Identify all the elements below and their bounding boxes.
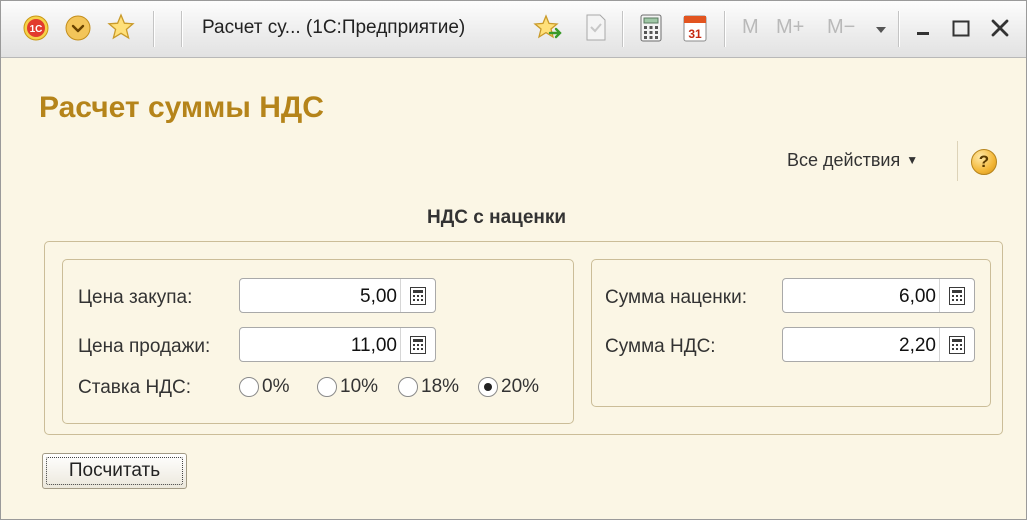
actions-separator	[957, 141, 958, 181]
chevron-down-icon: ▼	[906, 153, 919, 167]
all-actions-menu[interactable]: Все действия ▼	[787, 150, 918, 171]
group-title: НДС с наценки	[427, 207, 567, 228]
markup-sum-value: 6,00	[899, 286, 936, 307]
close-icon[interactable]	[985, 11, 1015, 45]
vat-rate-option-label: 18%	[421, 376, 460, 397]
svg-text:31: 31	[688, 27, 702, 41]
sale-price-label: Цена продажи:	[78, 336, 211, 357]
title-separator	[153, 11, 155, 47]
radio-circle-selected	[478, 377, 498, 397]
document-link-icon[interactable]	[583, 13, 609, 43]
markup-sum-label: Сумма наценки:	[605, 287, 747, 308]
all-actions-label: Все действия	[787, 150, 901, 170]
memory-minus-button[interactable]: M−	[827, 16, 855, 39]
sale-price-field[interactable]: 11,00	[239, 327, 436, 362]
title-separator	[181, 11, 183, 47]
calculator-icon[interactable]	[939, 279, 974, 312]
purchase-price-label: Цена закупа:	[78, 287, 193, 308]
1c-logo-icon[interactable]: 1С	[23, 15, 49, 41]
sale-price-value: 11,00	[350, 335, 397, 356]
memory-button[interactable]: M	[742, 16, 759, 39]
vat-rate-label: Ставка НДС:	[78, 377, 192, 398]
vat-sum-value: 2,20	[899, 335, 936, 356]
radio-circle	[239, 377, 259, 397]
add-favorite-icon[interactable]	[533, 13, 563, 43]
calculator-icon[interactable]	[639, 14, 663, 42]
maximize-icon[interactable]	[946, 11, 976, 45]
title-separator	[622, 11, 624, 47]
radio-dot	[484, 383, 492, 391]
help-icon[interactable]: ?	[971, 149, 997, 175]
vat-rate-option-label: 10%	[340, 376, 379, 397]
vat-rate-option-label: 20%	[501, 376, 540, 397]
vat-rate-option-label: 0%	[262, 376, 290, 397]
calculator-icon[interactable]	[400, 279, 435, 312]
window-title: Расчет су... (1С:Предприятие)	[202, 17, 466, 38]
vat-sum-field[interactable]: 2,20	[782, 327, 975, 362]
title-separator	[898, 11, 900, 47]
memory-plus-button[interactable]: M+	[776, 16, 804, 39]
calculator-icon[interactable]	[939, 328, 974, 361]
calculator-icon[interactable]	[400, 328, 435, 361]
chevron-down-icon[interactable]	[874, 23, 888, 37]
svg-text:1С: 1С	[30, 24, 43, 35]
main-menu-icon[interactable]	[65, 15, 91, 41]
minimize-icon[interactable]	[908, 11, 938, 45]
purchase-price-field[interactable]: 5,00	[239, 278, 436, 313]
markup-sum-field[interactable]: 6,00	[782, 278, 975, 313]
focus-ring	[46, 457, 183, 485]
app-window: 1С Расчет су... (1С:Предприятие) 31 M M+…	[0, 0, 1027, 520]
radio-circle	[398, 377, 418, 397]
title-separator	[724, 11, 726, 47]
calendar-icon[interactable]: 31	[682, 13, 708, 43]
radio-circle	[317, 377, 337, 397]
purchase-price-value: 5,00	[360, 286, 397, 307]
title-bar: 1С Расчет су... (1С:Предприятие) 31 M M+…	[1, 1, 1026, 58]
calculate-button[interactable]: Посчитать	[42, 453, 187, 489]
vat-sum-label: Сумма НДС:	[605, 336, 716, 357]
star-icon[interactable]	[107, 13, 135, 41]
form-title: Расчет суммы НДС	[39, 91, 324, 124]
